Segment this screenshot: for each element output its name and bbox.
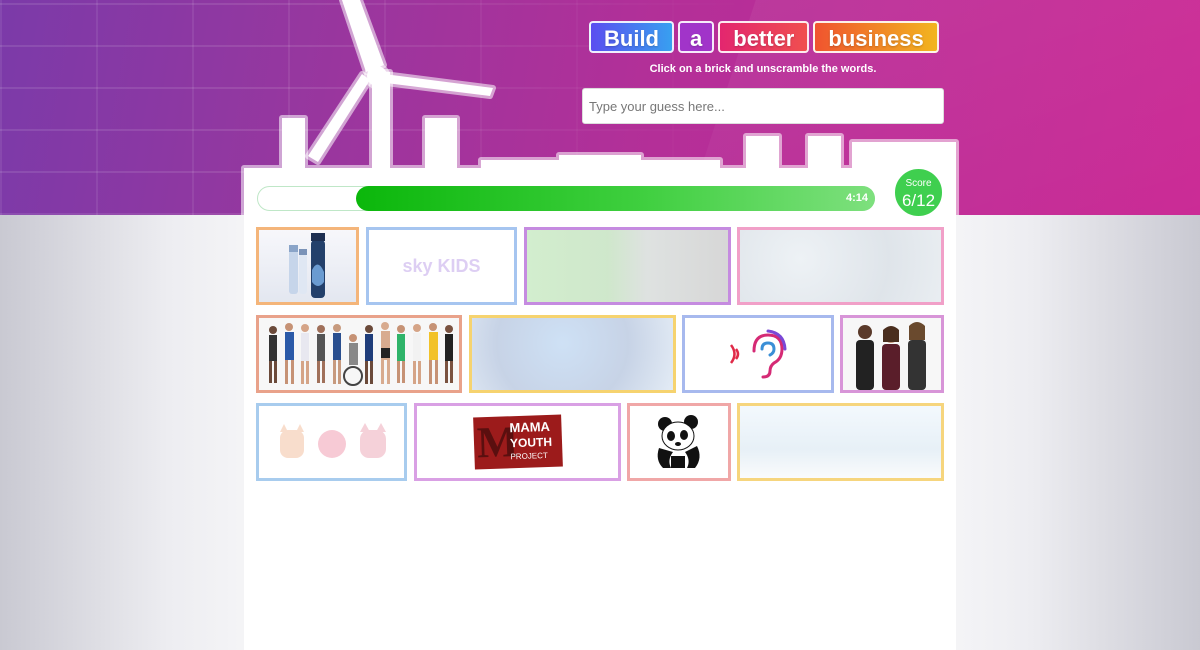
water-bottles-image — [289, 233, 325, 298]
instruction-text: Click on a brick and unscramble the word… — [649, 63, 877, 75]
brick-athletes[interactable] — [256, 315, 462, 393]
brick-film-set[interactable] — [524, 227, 731, 305]
brick-ice-texture[interactable] — [737, 227, 944, 305]
game-title: Build a better business — [589, 21, 939, 53]
timer-progress-bar — [356, 186, 875, 211]
brick-sky-kids[interactable]: sky KIDS — [366, 227, 517, 305]
wind-turbine-building-image — [740, 406, 941, 478]
title-word-build: Build — [589, 21, 674, 53]
timer-text: 4:14 — [845, 192, 868, 204]
brick-three-women[interactable] — [840, 315, 944, 393]
sky-kids-logo: sky KIDS — [402, 255, 481, 276]
brick-wwf-panda[interactable] — [627, 403, 731, 481]
title-word-business: business — [813, 21, 939, 53]
guess-input[interactable] — [582, 88, 944, 124]
score-value: 6/12 — [901, 191, 936, 210]
mama-youth-logo-line-2: YOUTH — [509, 434, 552, 451]
score-badge: Score 6/12 — [893, 167, 944, 218]
brick-hearing[interactable] — [682, 315, 834, 393]
wwf-panda-logo — [657, 415, 700, 468]
hearing-ear-icon — [729, 329, 787, 379]
brick-wind-turbine-building[interactable] — [737, 403, 944, 481]
owl-faces-icon — [279, 423, 386, 458]
score-label: Score — [905, 178, 932, 189]
athletes-group-image — [269, 322, 453, 386]
brick-owls[interactable] — [256, 403, 407, 481]
film-set-people-image — [527, 230, 728, 302]
mama-youth-logo-line-3: PROJECT — [509, 450, 548, 462]
title-word-better: better — [718, 21, 810, 53]
blue-character-image — [472, 318, 673, 390]
brick-mama-youth-project[interactable]: M MAMA YOUTH PROJECT — [414, 403, 621, 481]
ice-texture-image — [740, 230, 941, 302]
mama-youth-logo-line-1: MAMA — [508, 418, 550, 436]
three-women-image — [856, 322, 926, 390]
mama-youth-project-logo: M MAMA YOUTH PROJECT — [472, 414, 563, 470]
brick-blue-character[interactable] — [469, 315, 676, 393]
brick-water-bottles[interactable] — [256, 227, 359, 305]
title-word-a: a — [678, 21, 715, 53]
